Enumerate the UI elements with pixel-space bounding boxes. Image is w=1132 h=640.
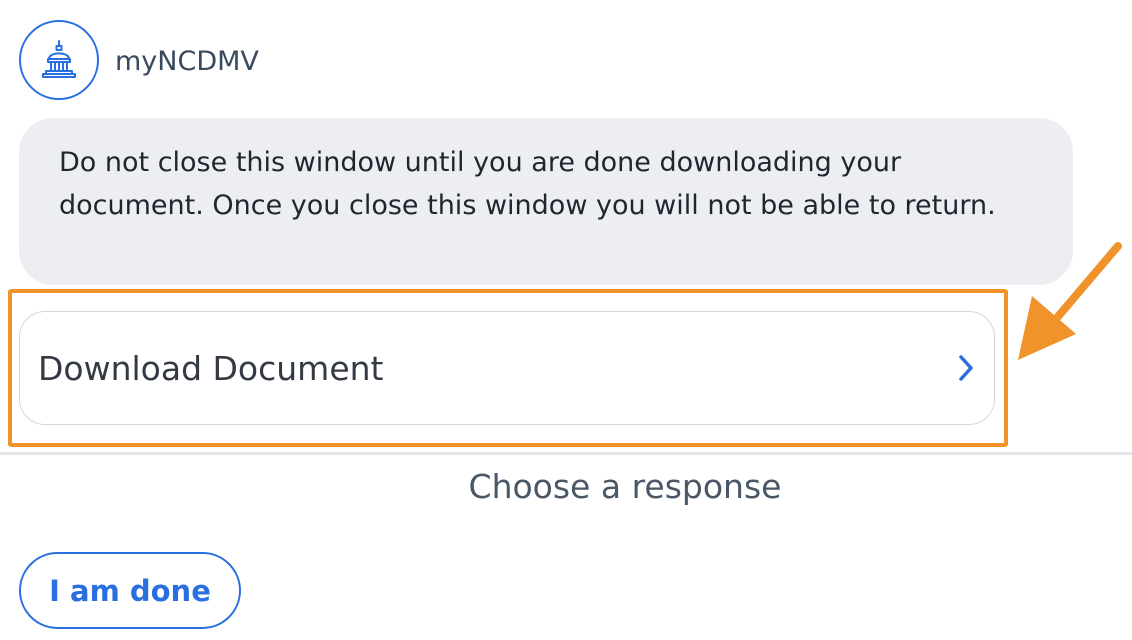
section-divider (0, 452, 1132, 455)
chevron-right-icon (952, 354, 980, 382)
download-document-button[interactable]: Download Document (19, 311, 995, 425)
choose-response-label: Choose a response (468, 467, 782, 506)
capitol-building-icon (42, 40, 76, 78)
chat-panel: myNCDMV Do not close this window until y… (0, 0, 1132, 640)
pointer-arrow-icon (1018, 242, 1122, 360)
i-am-done-button[interactable]: I am done (19, 552, 241, 629)
download-document-label: Download Document (38, 348, 384, 388)
message-text: Do not close this window until you are d… (59, 147, 996, 221)
sender-name: myNCDMV (115, 46, 259, 77)
bot-avatar (19, 20, 99, 100)
message-bubble: Do not close this window until you are d… (19, 118, 1073, 285)
